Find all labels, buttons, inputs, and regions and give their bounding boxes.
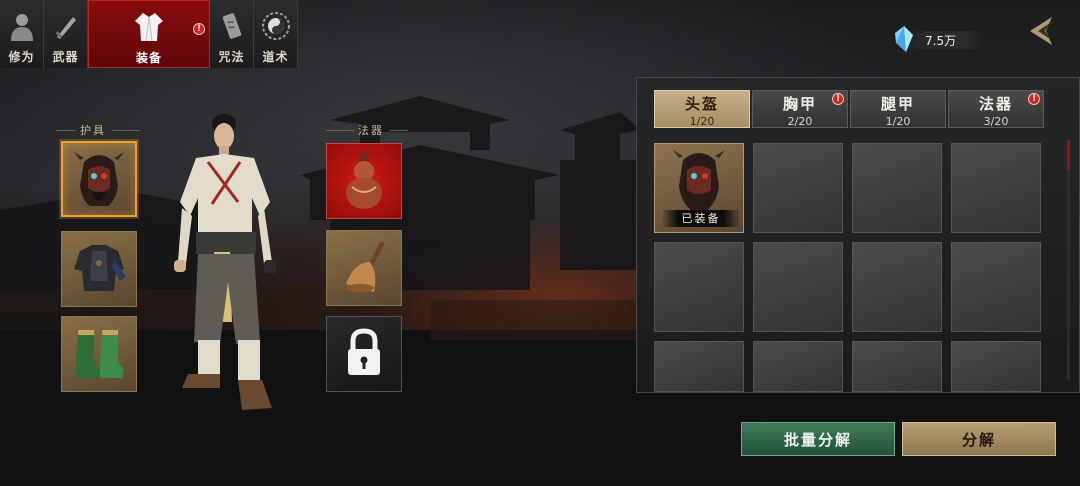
group-divider <box>326 130 354 131</box>
artifact-slot-locked[interactable] <box>326 316 402 392</box>
inventory-panel: 头盔 1/20 胸甲 2/20 ! 腿甲 1/20 法器 3/20 ! 已装备 <box>636 77 1080 393</box>
demon-mask-helmet-icon <box>74 152 124 206</box>
sword-icon <box>51 10 81 42</box>
inventory-cell-empty[interactable] <box>753 341 843 392</box>
group-divider <box>390 130 408 131</box>
character-model <box>174 114 276 410</box>
artifact-group-label: 法器 <box>358 124 384 137</box>
inventory-tab-count: 3/20 <box>983 115 1009 128</box>
inventory-tab-count: 2/20 <box>787 115 813 128</box>
tab-label: 咒法 <box>218 50 245 64</box>
currency-display: 7.5万 <box>893 26 993 52</box>
tab-cultivation[interactable]: 修为 <box>0 0 44 68</box>
inventory-tab-count: 1/20 <box>885 115 911 128</box>
back-arrow-icon <box>1030 17 1052 45</box>
chest-armor-slot[interactable] <box>61 231 137 307</box>
inventory-tab-label: 腿甲 <box>880 95 915 113</box>
inventory-scrollbar[interactable] <box>1067 140 1070 380</box>
crystal-icon <box>895 26 913 52</box>
artifact-slot-gourd[interactable] <box>326 143 402 219</box>
green-boots-icon <box>76 330 124 378</box>
helmet-slot[interactable] <box>61 141 137 217</box>
armor-chestplate-icon <box>74 245 126 291</box>
inventory-tab-chest[interactable]: 胸甲 2/20 ! <box>752 90 848 128</box>
currency-value: 7.5万 <box>925 34 957 48</box>
tab-spells[interactable]: 咒法 <box>210 0 254 68</box>
notification-badge: ! <box>193 23 205 35</box>
bust-icon <box>7 10 37 42</box>
robe-icon <box>134 11 164 43</box>
top-tab-bar: 修为 武器 装备 ! 咒法 道术 <box>0 0 298 68</box>
notification-badge: ! <box>832 93 844 105</box>
tab-label: 修为 <box>8 50 35 64</box>
tab-equipment[interactable]: 装备 ! <box>88 0 210 68</box>
inventory-tab-legs[interactable]: 腿甲 1/20 <box>850 90 946 128</box>
inventory-cell-empty[interactable] <box>951 242 1041 332</box>
boots-slot[interactable] <box>61 316 137 392</box>
padlock-icon <box>348 328 380 375</box>
scroll-talisman-icon <box>217 10 247 42</box>
inventory-tab-helmet[interactable]: 头盔 1/20 <box>654 90 750 128</box>
inventory-cell-empty[interactable] <box>852 341 942 392</box>
tab-taoism[interactable]: 道术 <box>254 0 298 68</box>
tab-label: 道术 <box>262 50 289 64</box>
tab-label: 装备 <box>135 51 162 65</box>
notification-badge: ! <box>1028 93 1040 105</box>
taiji-icon <box>261 10 291 42</box>
inventory-tab-artifact[interactable]: 法器 3/20 ! <box>948 90 1044 128</box>
inventory-cell-empty[interactable] <box>753 143 843 233</box>
inventory-cell-empty[interactable] <box>951 341 1041 392</box>
inventory-tab-label: 头盔 <box>684 95 719 113</box>
inventory-cell-empty[interactable] <box>852 143 942 233</box>
inventory-cell-empty[interactable] <box>654 341 744 392</box>
group-divider <box>112 130 140 131</box>
gourd-icon <box>346 153 382 209</box>
inventory-cell-empty[interactable] <box>852 242 942 332</box>
inventory-tab-count: 1/20 <box>689 115 715 128</box>
tab-weapon[interactable]: 武器 <box>44 0 88 68</box>
inventory-cell-empty[interactable] <box>654 242 744 332</box>
inventory-cell-empty[interactable] <box>951 143 1041 233</box>
decompose-button[interactable]: 分解 <box>902 422 1056 456</box>
bell-icon <box>346 241 385 292</box>
artifact-slot-bell[interactable] <box>326 230 402 306</box>
equipped-label: 已装备 <box>663 210 739 227</box>
inventory-cell-empty[interactable] <box>753 242 843 332</box>
tab-label: 武器 <box>52 50 79 64</box>
protect-group-label: 护具 <box>80 124 106 137</box>
scrollbar-thumb[interactable] <box>1067 140 1070 170</box>
back-button[interactable] <box>1024 14 1058 48</box>
demon-mask-helmet-icon <box>673 150 725 210</box>
inventory-cell-equipped[interactable]: 已装备 <box>654 143 744 233</box>
batch-decompose-button[interactable]: 批量分解 <box>741 422 895 456</box>
group-divider <box>56 130 76 131</box>
